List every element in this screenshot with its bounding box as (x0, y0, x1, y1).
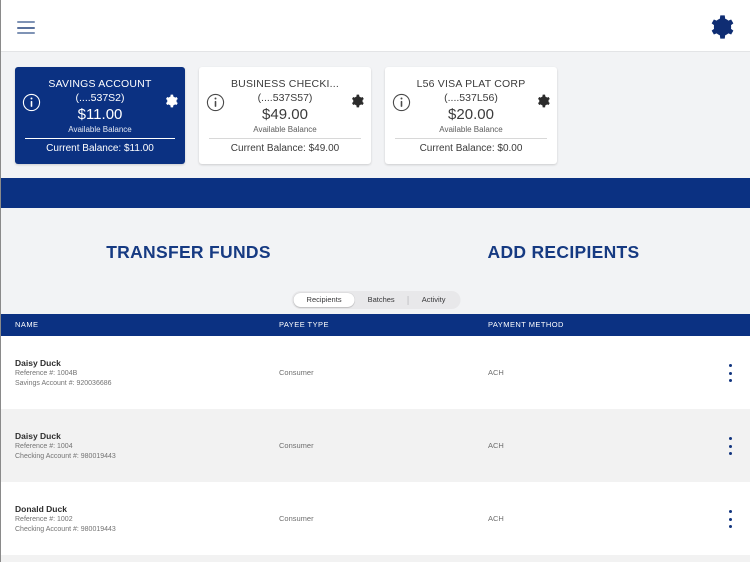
kebab-dot (728, 379, 732, 382)
account-card-savings[interactable]: SAVINGS ACCOUNT (....537S2) $11.00 Avail… (15, 67, 185, 164)
app-root: SAVINGS ACCOUNT (....537S2) $11.00 Avail… (0, 0, 750, 562)
account-card-current-balance: Current Balance: $49.00 (230, 143, 340, 154)
tab-batches[interactable]: Batches (355, 293, 408, 307)
recipient-account: Checking Account #: 980019443 (15, 453, 116, 460)
info-circle-icon[interactable] (206, 93, 225, 112)
account-cards: SAVINGS ACCOUNT (....537S2) $11.00 Avail… (1, 53, 750, 178)
navy-separator-band (1, 178, 750, 208)
table-row[interactable]: Donald Duck Reference #: 1002 Checking A… (1, 482, 750, 555)
recipient-name: Daisy Duck (15, 358, 61, 368)
recipients-table: Daisy Duck Reference #: 1004B Savings Ac… (1, 336, 750, 562)
account-card-current-balance: Current Balance: $11.00 (46, 143, 154, 154)
table-row[interactable]: Daisy Duck Reference #: 1004B Savings Ac… (1, 336, 750, 409)
account-card-visa-plat-corp[interactable]: L56 VISA PLAT CORP (....537L56) $20.00 A… (385, 67, 557, 164)
account-card-title: BUSINESS CHECKI... (230, 78, 340, 90)
gear-icon[interactable] (707, 13, 735, 41)
recipient-payment-method: ACH (488, 441, 504, 450)
recipient-payment-method: ACH (488, 514, 504, 523)
hamburger-bar (17, 21, 35, 23)
account-card-mask: (....537L56) (444, 92, 498, 104)
recipient-name: Daisy Duck (15, 431, 61, 441)
account-card-amount: $11.00 (77, 106, 123, 123)
kebab-menu-icon[interactable] (723, 510, 737, 528)
account-card-title: SAVINGS ACCOUNT (48, 78, 152, 90)
info-circle-icon[interactable] (22, 93, 41, 112)
recipient-account: Checking Account #: 980019443 (15, 526, 116, 533)
hamburger-menu-icon[interactable] (17, 21, 35, 34)
kebab-dot (728, 437, 732, 440)
recipient-name-cell: Daisy Duck Reference #: 1004 Checking Ac… (15, 430, 116, 462)
recipient-reference: Reference #: 1004 (15, 443, 73, 450)
gear-icon[interactable] (535, 93, 551, 109)
recipient-account: Savings Account #: 920036686 (15, 380, 112, 387)
recipient-reference: Reference #: 1004B (15, 370, 78, 377)
recipient-name-cell: Donald Duck Reference #: 1002 Checking A… (15, 503, 116, 535)
recipient-name-cell: Daisy Duck Reference #: 1004B Savings Ac… (15, 357, 112, 389)
account-card-available-label: Available Balance (439, 125, 503, 134)
table-row[interactable]: Daisy Duck Reference #: 1004 Checking Ac… (1, 409, 750, 482)
kebab-menu-icon[interactable] (723, 437, 737, 455)
kebab-dot (728, 444, 732, 448)
account-card-available-label: Available Balance (253, 125, 317, 134)
account-card-title: L56 VISA PLAT CORP (416, 78, 526, 90)
hamburger-bar (17, 32, 35, 34)
column-header-name: NAME (15, 320, 39, 329)
hamburger-bar (17, 26, 35, 29)
recipient-reference: Reference #: 1002 (15, 516, 73, 523)
action-links: TRANSFER FUNDS ADD RECIPIENTS (1, 242, 750, 263)
kebab-dot (728, 525, 732, 528)
kebab-dot (728, 452, 732, 455)
recipient-payment-method: ACH (488, 368, 504, 377)
account-card-business-checking[interactable]: BUSINESS CHECKI... (....537S57) $49.00 A… (199, 67, 371, 164)
account-card-amount: $20.00 (448, 106, 494, 123)
kebab-menu-icon[interactable] (723, 364, 737, 382)
kebab-dot (728, 371, 732, 375)
account-card-mask: (....537S2) (75, 92, 125, 104)
table-row-partial[interactable] (1, 555, 750, 562)
transfer-funds-button[interactable]: TRANSFER FUNDS (1, 242, 376, 263)
column-header-payee-type: PAYEE TYPE (279, 320, 329, 329)
gear-icon[interactable] (349, 93, 365, 109)
table-header: NAME PAYEE TYPE PAYMENT METHOD (1, 314, 750, 336)
account-card-current-balance: Current Balance: $0.00 (419, 143, 523, 154)
column-header-payment-method: PAYMENT METHOD (488, 320, 564, 329)
recipient-payee-type: Consumer (279, 441, 314, 450)
kebab-dot (728, 364, 732, 367)
tab-activity[interactable]: Activity (409, 293, 459, 307)
add-recipients-button[interactable]: ADD RECIPIENTS (376, 242, 750, 263)
recipient-payee-type: Consumer (279, 514, 314, 523)
segmented-control: Recipients Batches Activity (291, 291, 461, 309)
account-card-amount: $49.00 (262, 106, 308, 123)
gear-icon[interactable] (163, 93, 179, 109)
actions-section: TRANSFER FUNDS ADD RECIPIENTS Recipients… (1, 208, 750, 313)
recipient-name: Donald Duck (15, 504, 67, 514)
tab-recipients[interactable]: Recipients (293, 293, 355, 307)
top-bar (1, 0, 750, 52)
kebab-dot (728, 510, 732, 513)
account-card-available-label: Available Balance (68, 125, 132, 134)
recipient-payee-type: Consumer (279, 368, 314, 377)
info-circle-icon[interactable] (392, 93, 411, 112)
kebab-dot (728, 517, 732, 521)
account-card-mask: (....537S57) (257, 92, 313, 104)
